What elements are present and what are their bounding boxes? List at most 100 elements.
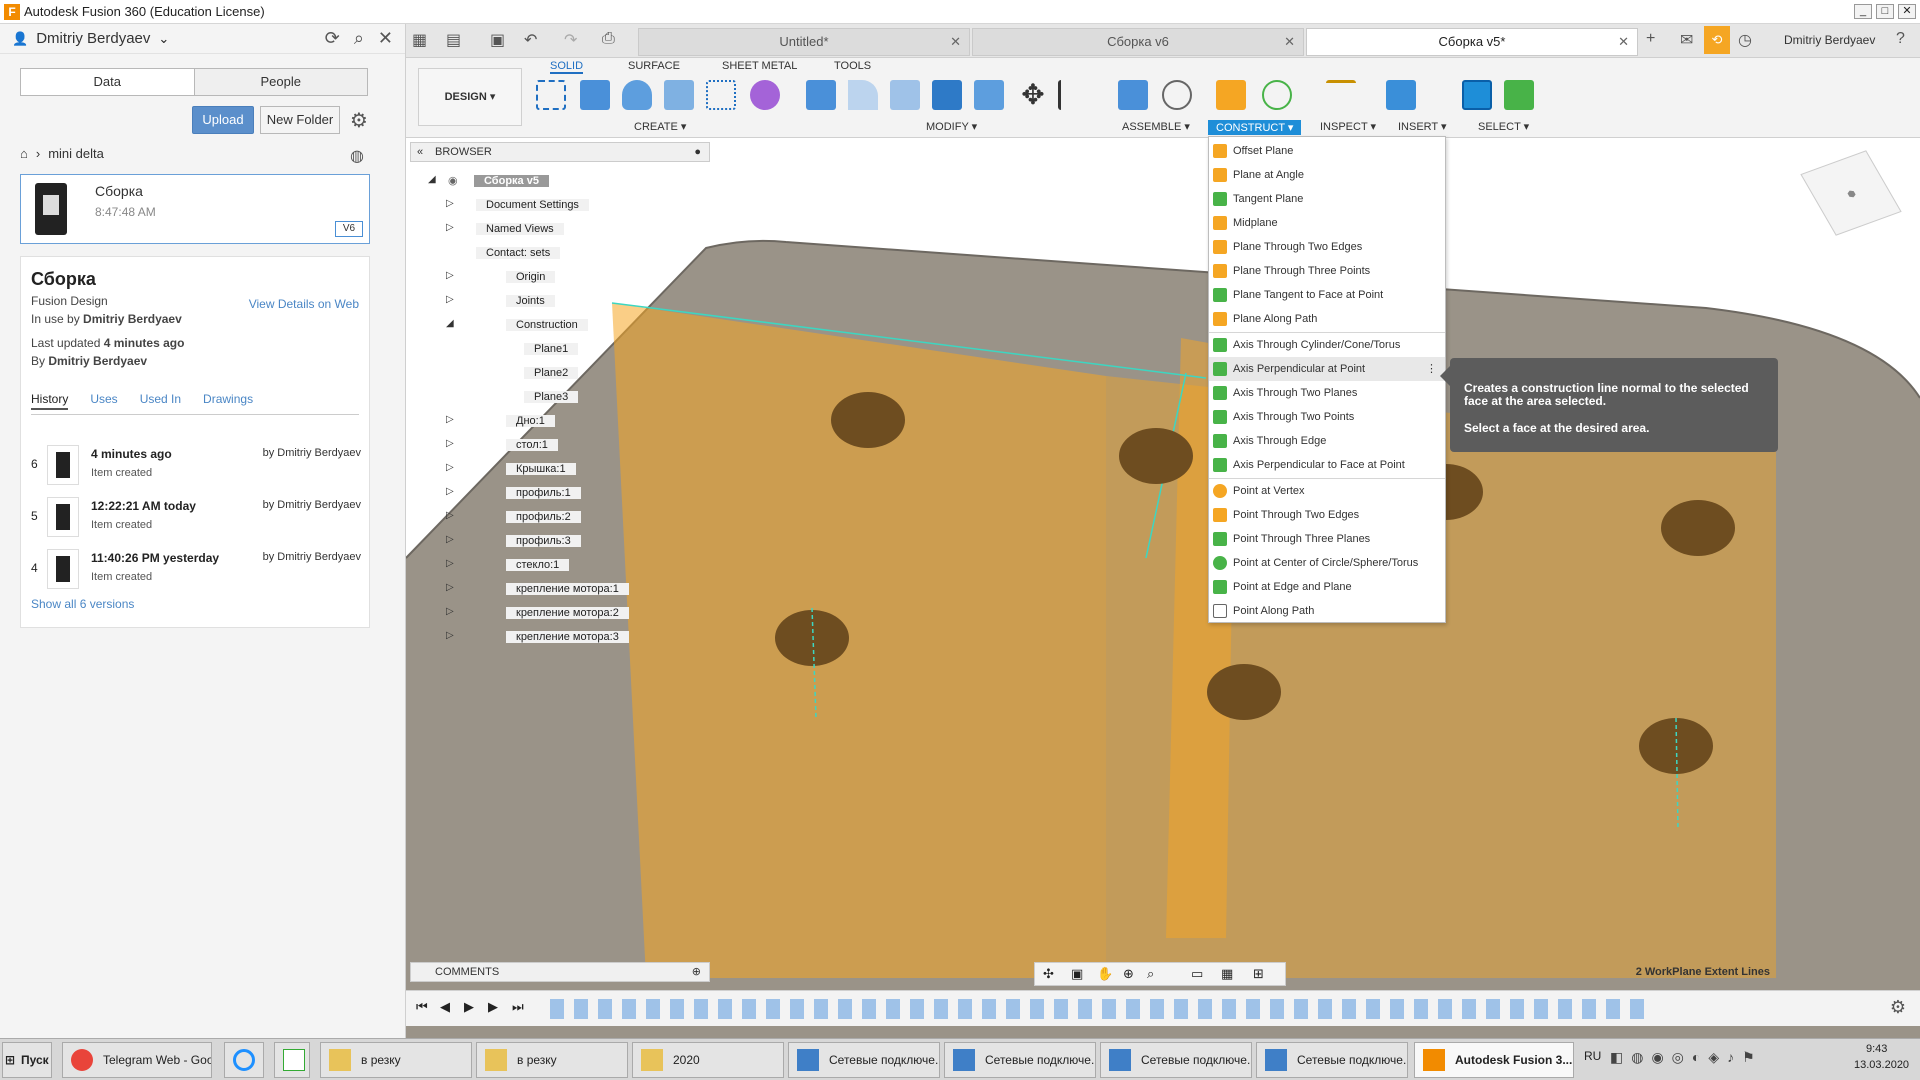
comments-panel-header[interactable]: COMMENTS ⊕ bbox=[410, 962, 710, 982]
orbit-icon[interactable]: ✣ bbox=[1043, 966, 1054, 982]
tab-solid[interactable]: SOLID bbox=[550, 60, 584, 74]
tree-component[interactable]: Крышка:1 bbox=[506, 460, 576, 478]
tree-component[interactable]: профиль:3 bbox=[506, 532, 581, 550]
language-indicator[interactable]: RU bbox=[1584, 1049, 1601, 1063]
minimize-button[interactable]: _ bbox=[1854, 4, 1872, 19]
expand-icon[interactable]: ▷ bbox=[446, 222, 454, 233]
search-icon[interactable]: ⌕ bbox=[354, 28, 364, 49]
fillet-icon[interactable] bbox=[848, 80, 878, 110]
taskbar-item-folder[interactable]: в резку bbox=[320, 1042, 472, 1078]
chevron-down-icon[interactable]: ⌄ bbox=[158, 31, 169, 47]
close-window-button[interactable]: ✕ bbox=[1898, 4, 1916, 19]
play-icon[interactable]: ▶ bbox=[464, 999, 474, 1015]
more-options-icon[interactable]: ⋮ bbox=[1426, 357, 1437, 381]
menu-point-at-vertex[interactable]: Point at Vertex bbox=[1209, 479, 1445, 503]
revolve-icon[interactable] bbox=[622, 80, 652, 110]
close-icon[interactable]: ✕ bbox=[378, 28, 393, 49]
tree-component[interactable]: крепление мотора:1 bbox=[506, 580, 629, 598]
expand-icon[interactable]: ▷ bbox=[446, 558, 454, 569]
modify-menu[interactable]: MODIFY ▾ bbox=[926, 120, 977, 133]
tree-component[interactable]: крепление мотора:2 bbox=[506, 604, 629, 622]
expand-icon[interactable]: ◢ bbox=[428, 174, 436, 185]
tray-icon[interactable]: ◧ bbox=[1610, 1049, 1623, 1066]
add-comment-icon[interactable]: ⊕ bbox=[692, 963, 701, 981]
go-to-start-icon[interactable]: ⏮ bbox=[416, 999, 428, 1015]
browser-panel-header[interactable]: « BROWSER ● bbox=[410, 142, 710, 162]
look-at-icon[interactable]: ▣ bbox=[1071, 966, 1083, 982]
file-card[interactable]: Сборка 8:47:48 AM V6 bbox=[20, 174, 370, 244]
workspace-switcher[interactable]: DESIGN ▾ bbox=[418, 68, 522, 126]
history-item[interactable]: 5 12:22:21 AM today Item created by Dmit… bbox=[21, 493, 371, 543]
tab-history[interactable]: History bbox=[31, 392, 69, 410]
file-menu-icon[interactable]: ▤ bbox=[446, 30, 461, 50]
joint-icon[interactable] bbox=[1162, 80, 1192, 110]
expand-icon[interactable]: ▷ bbox=[446, 438, 454, 449]
taskbar-item-telegram[interactable]: Telegram Web - Goo... bbox=[62, 1042, 212, 1078]
expand-icon[interactable]: ▷ bbox=[446, 486, 454, 497]
step-back-icon[interactable]: ◀ bbox=[440, 999, 450, 1015]
menu-point-along-path[interactable]: Point Along Path bbox=[1209, 599, 1445, 623]
maximize-button[interactable]: □ bbox=[1876, 4, 1894, 19]
hole-icon[interactable] bbox=[664, 80, 694, 110]
taskbar-item-fusion[interactable]: Autodesk Fusion 3... bbox=[1414, 1042, 1574, 1078]
notifications-icon[interactable]: ✉ bbox=[1680, 30, 1693, 50]
inspect-menu[interactable]: INSPECT ▾ bbox=[1320, 120, 1376, 133]
gear-icon[interactable]: ⚙ bbox=[350, 108, 368, 133]
select-icon[interactable] bbox=[1462, 80, 1492, 110]
collapse-icon[interactable]: « bbox=[417, 143, 423, 161]
version-dropdown[interactable]: V6 bbox=[335, 221, 363, 237]
zoom-icon[interactable]: ⊕ bbox=[1123, 966, 1134, 982]
tree-plane3[interactable]: Plane3 bbox=[524, 388, 579, 406]
clock-time[interactable]: 9:43 bbox=[1866, 1043, 1887, 1055]
select-filter-icon[interactable] bbox=[1504, 80, 1534, 110]
eye-icon[interactable]: ◉ bbox=[448, 174, 458, 187]
expand-icon[interactable]: ▷ bbox=[446, 294, 454, 305]
expand-icon[interactable]: ▷ bbox=[446, 198, 454, 209]
grid-settings-icon[interactable]: ▦ bbox=[1221, 966, 1233, 982]
upload-button[interactable]: Upload bbox=[192, 106, 254, 134]
menu-axis-perpendicular-at-point[interactable]: Axis Perpendicular at Point ⋮ bbox=[1209, 357, 1445, 381]
insert-image-icon[interactable] bbox=[1386, 80, 1416, 110]
menu-axis-through-two-planes[interactable]: Axis Through Two Planes bbox=[1209, 381, 1445, 405]
tab-tools[interactable]: TOOLS bbox=[834, 60, 871, 72]
expand-icon[interactable]: ▷ bbox=[446, 582, 454, 593]
show-all-versions-link[interactable]: Show all 6 versions bbox=[31, 597, 134, 611]
tree-component[interactable]: стекло:1 bbox=[506, 556, 570, 574]
tree-component[interactable]: стол:1 bbox=[506, 436, 558, 454]
menu-plane-tangent-to-face[interactable]: Plane Tangent to Face at Point bbox=[1209, 283, 1445, 307]
menu-axis-through-cylinder[interactable]: Axis Through Cylinder/Cone/Torus bbox=[1209, 333, 1445, 357]
menu-plane-through-three-points[interactable]: Plane Through Three Points bbox=[1209, 259, 1445, 283]
menu-axis-through-two-points[interactable]: Axis Through Two Points bbox=[1209, 405, 1445, 429]
extensions-icon[interactable]: ⟲ bbox=[1704, 26, 1730, 54]
assemble-menu[interactable]: ASSEMBLE ▾ bbox=[1122, 120, 1190, 133]
taskbar-item-network[interactable]: Сетевые подключе... bbox=[1256, 1042, 1408, 1078]
user-row[interactable]: 👤 Dmitriy Berdyaev ⌄ ⟳ ⌕ ✕ bbox=[0, 24, 405, 54]
taskbar-item-app[interactable] bbox=[274, 1042, 310, 1078]
create-menu[interactable]: CREATE ▾ bbox=[634, 120, 686, 133]
select-menu[interactable]: SELECT ▾ bbox=[1478, 120, 1529, 133]
tray-icon[interactable]: ◈ bbox=[1708, 1049, 1719, 1066]
new-folder-button[interactable]: New Folder bbox=[260, 106, 340, 134]
tree-origin[interactable]: Origin bbox=[506, 268, 556, 286]
tab-surface[interactable]: SURFACE bbox=[628, 60, 680, 72]
home-icon[interactable]: ⌂ bbox=[20, 146, 28, 161]
breadcrumb-project[interactable]: mini delta bbox=[48, 146, 104, 161]
new-tab-icon[interactable]: + bbox=[1646, 30, 1655, 48]
globe-icon[interactable]: ◍ bbox=[350, 146, 364, 166]
flag-icon[interactable]: ⚑ bbox=[1742, 1049, 1755, 1066]
construct-menu-button[interactable]: CONSTRUCT ▾ bbox=[1208, 120, 1302, 135]
menu-plane-through-two-edges[interactable]: Plane Through Two Edges bbox=[1209, 235, 1445, 259]
tab-drawings[interactable]: Drawings bbox=[203, 392, 253, 410]
tray-icon[interactable]: ◐ bbox=[1692, 1049, 1700, 1066]
move-icon[interactable]: ✥ bbox=[1018, 80, 1048, 110]
combine-icon[interactable] bbox=[932, 80, 962, 110]
menu-point-through-two-edges[interactable]: Point Through Two Edges bbox=[1209, 503, 1445, 527]
tab-uses[interactable]: Uses bbox=[90, 392, 117, 410]
create-sketch-icon[interactable] bbox=[536, 80, 566, 110]
display-settings-icon[interactable]: ▭ bbox=[1191, 966, 1203, 982]
menu-point-at-center[interactable]: Point at Center of Circle/Sphere/Torus bbox=[1209, 551, 1445, 575]
step-forward-icon[interactable]: ▶ bbox=[488, 999, 498, 1015]
new-component-icon[interactable] bbox=[1118, 80, 1148, 110]
expand-icon[interactable]: ▷ bbox=[446, 414, 454, 425]
menu-axis-through-edge[interactable]: Axis Through Edge bbox=[1209, 429, 1445, 453]
